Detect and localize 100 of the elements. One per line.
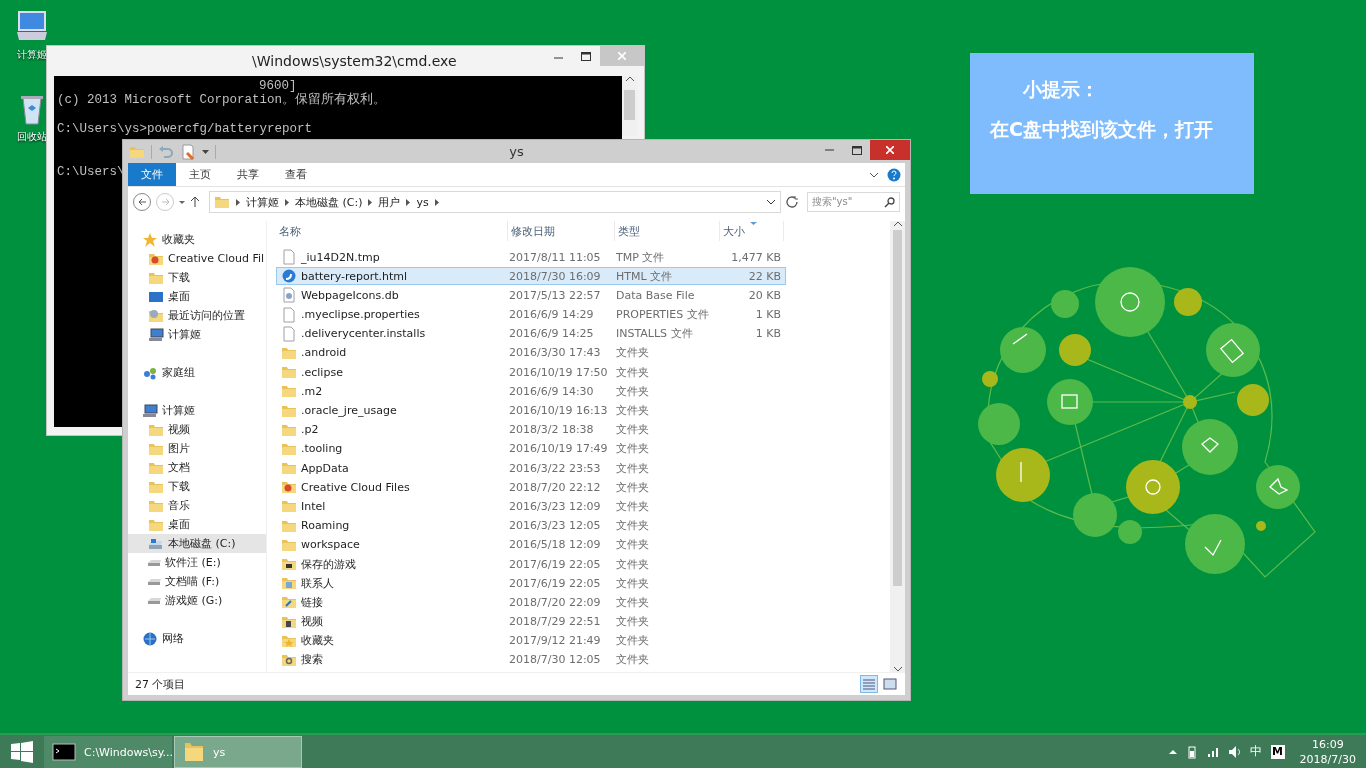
computer-icon xyxy=(148,326,164,343)
nav-item[interactable]: 收藏夹 xyxy=(128,230,266,249)
file-row[interactable]: 收藏夹 2017/9/12 21:49 文件夹 xyxy=(276,631,786,650)
chevron-icon[interactable] xyxy=(368,198,373,206)
file-row[interactable]: 保存的游戏 2017/6/19 22:05 文件夹 xyxy=(276,555,786,573)
type-cell-text: 文件夹 xyxy=(616,614,650,630)
file-name: .m2 xyxy=(301,384,323,398)
file-row[interactable]: 搜索 2018/7/30 12:05 文件夹 xyxy=(276,650,786,669)
file-menu-button[interactable]: 文件 xyxy=(128,163,176,186)
search-field[interactable]: 搜索"ys" xyxy=(807,192,900,212)
up-arrow-icon[interactable] xyxy=(190,196,200,208)
nav-item[interactable]: 计算姬 xyxy=(128,401,266,420)
help-icon[interactable] xyxy=(887,167,901,182)
battery-icon[interactable] xyxy=(1185,744,1198,759)
nav-item[interactable]: 下载 xyxy=(128,268,266,287)
file-row[interactable]: Creative Cloud Files 2018/7/20 22:12 文件夹 xyxy=(276,478,786,497)
scrollbar[interactable] xyxy=(890,221,905,672)
folder-icon xyxy=(281,498,297,515)
column-header[interactable]: 类型 xyxy=(615,221,720,241)
file-name: 联系人 xyxy=(301,575,334,591)
nav-item[interactable]: 下载 xyxy=(128,477,266,496)
file-row[interactable]: .oracle_jre_usage 2016/10/19 16:13 文件夹 xyxy=(276,401,786,420)
date-cell-text: 2018/7/20 22:09 xyxy=(509,595,602,609)
type-cell-text: 文件夹 xyxy=(616,441,650,457)
chevron-icon[interactable] xyxy=(434,198,439,206)
windows-logo-icon xyxy=(11,740,33,763)
file-row[interactable]: battery-report.html 2018/7/30 16:09 HTML 文件 22 KB xyxy=(276,267,786,286)
file-row[interactable]: .deliverycenter.installs 2016/6/9 14:25 INSTALLS 文件 1 KB xyxy=(276,324,786,343)
date-cell-text: 2017/9/12 21:49 xyxy=(509,634,602,648)
caret-icon[interactable] xyxy=(179,200,185,204)
scroll-thumb[interactable] xyxy=(624,90,635,120)
nav-item[interactable]: 桌面 xyxy=(128,515,266,534)
nav-item[interactable]: 家庭组 xyxy=(128,363,266,382)
file-row[interactable]: AppData 2016/3/22 23:53 文件夹 xyxy=(276,459,786,478)
desktop-icon-label[interactable]: 计算姬 xyxy=(17,48,47,62)
chevron-icon[interactable] xyxy=(766,199,776,205)
date-cell-text: 2016/10/19 16:13 xyxy=(509,404,609,417)
ribbon-tab[interactable]: 共享 xyxy=(224,163,272,186)
close-button[interactable] xyxy=(870,140,910,160)
desktop-icon-label[interactable]: 回收站 xyxy=(17,130,47,144)
column-header[interactable]: 名称 xyxy=(276,221,508,241)
file-row[interactable]: .myeclipse.properties 2016/6/9 14:29 PROPERTIES 文件 1 KB xyxy=(276,305,786,324)
file-row[interactable]: _iu14D2N.tmp 2017/8/11 11:05 TMP 文件 1,477 KB xyxy=(276,248,786,266)
nav-item[interactable]: 软件汪 (E:) xyxy=(128,553,266,572)
speaker-icon[interactable] xyxy=(1227,744,1241,759)
ribbon-tab[interactable]: 主页 xyxy=(176,163,224,186)
type-cell-text: HTML 文件 xyxy=(616,268,674,284)
column-header[interactable]: 修改日期 xyxy=(508,221,615,241)
file-row[interactable]: .android 2016/3/30 17:43 文件夹 xyxy=(276,343,786,362)
maximize-icon[interactable] xyxy=(581,51,591,61)
nav-item[interactable]: 音乐 xyxy=(128,496,266,515)
type-cell-text: PROPERTIES 文件 xyxy=(616,307,710,323)
file-row[interactable]: Roaming 2016/3/23 12:05 文件夹 xyxy=(276,516,786,535)
file-row[interactable]: .eclipse 2016/10/19 17:50 文件夹 xyxy=(276,363,786,382)
folder-icon xyxy=(281,575,297,592)
chevron-icon[interactable] xyxy=(236,198,240,206)
recent-places-icon xyxy=(148,307,164,324)
file-name: 收藏夹 xyxy=(301,633,334,649)
nav-item[interactable]: 文档 xyxy=(128,458,266,477)
nav-item[interactable]: 视频 xyxy=(128,420,266,439)
refresh-icon[interactable] xyxy=(786,196,799,208)
file-row[interactable]: WebpageIcons.db 2017/5/13 22:57 Data Base File 20 KB xyxy=(276,286,786,305)
nav-item[interactable]: 最近访问的位置 xyxy=(128,306,266,325)
type-cell-text: 文件夹 xyxy=(616,575,650,591)
file-row[interactable]: .p2 2018/3/2 18:38 文件夹 xyxy=(276,420,786,439)
column-header[interactable]: 大小 xyxy=(720,221,784,241)
file-row[interactable]: 链接 2018/7/20 22:09 文件夹 xyxy=(276,593,786,612)
date-cell-text: 2017/6/19 22:05 xyxy=(509,557,602,571)
chevron-icon[interactable] xyxy=(869,171,879,178)
network-icon xyxy=(142,630,158,647)
nav-item[interactable]: 本地磁盘 (C:) xyxy=(128,534,266,553)
caret-icon[interactable] xyxy=(202,149,209,154)
input-mode-button[interactable]: M xyxy=(1270,744,1285,759)
properties-icon[interactable] xyxy=(180,143,196,160)
scroll-down-icon xyxy=(892,666,903,672)
nav-item[interactable]: Creative Cloud Fil xyxy=(128,249,266,268)
file-row[interactable]: 联系人 2017/6/19 22:05 文件夹 xyxy=(276,574,786,593)
taskbar-button[interactable]: C:\Windows\sy... xyxy=(44,736,172,768)
address-bar[interactable]: 计算姬 本地磁盘 (C:) 用户 ys xyxy=(209,191,781,213)
input-method-indicator[interactable]: 中 xyxy=(1249,743,1262,760)
file-name: .oracle_jre_usage xyxy=(301,404,397,417)
chevron-icon[interactable] xyxy=(285,198,289,206)
file-row[interactable]: 视频 2018/7/29 22:51 文件夹 xyxy=(276,612,786,631)
file-name: .eclipse xyxy=(301,365,343,379)
file-row[interactable]: workspace 2016/5/18 12:09 文件夹 xyxy=(276,535,786,554)
nav-item[interactable]: 计算姬 xyxy=(128,325,266,344)
nav-item[interactable]: 桌面 xyxy=(128,287,266,306)
maximize-icon[interactable] xyxy=(851,145,862,155)
caret-icon[interactable] xyxy=(1168,749,1177,754)
nav-item[interactable]: 游戏姬 (G:) xyxy=(128,591,266,610)
file-row[interactable]: .tooling 2016/10/19 17:49 文件夹 xyxy=(276,439,786,458)
tiles-view-button[interactable] xyxy=(881,675,899,693)
signal-icon[interactable] xyxy=(1206,745,1219,758)
chevron-icon[interactable] xyxy=(406,198,411,206)
file-row[interactable]: Intel 2016/3/23 12:09 文件夹 xyxy=(276,497,786,516)
nav-item[interactable]: 网络 xyxy=(128,629,266,648)
ribbon-tab[interactable]: 查看 xyxy=(272,163,320,186)
nav-item[interactable]: 图片 xyxy=(128,439,266,458)
nav-item[interactable]: 文档喵 (F:) xyxy=(128,572,266,591)
file-row[interactable]: .m2 2016/6/9 14:30 文件夹 xyxy=(276,382,786,401)
